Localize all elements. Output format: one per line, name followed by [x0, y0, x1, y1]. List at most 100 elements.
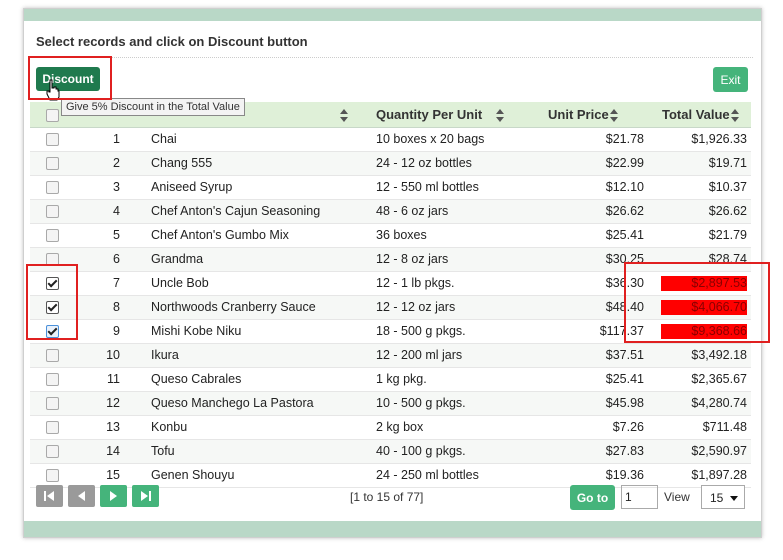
unit-price: $21.78	[605, 132, 644, 146]
quantity-per-unit: 12 - 8 oz jars	[376, 252, 449, 266]
row-checkbox[interactable]	[46, 469, 59, 482]
total-value: $1,926.33	[691, 132, 747, 146]
table-row[interactable]: 2 Chang 555 24 - 12 oz bottles $22.99 $19.71	[30, 152, 751, 176]
row-number: 3	[113, 180, 120, 194]
unit-price: $27.83	[605, 444, 644, 458]
row-checkbox[interactable]	[46, 397, 59, 410]
unit-price: $45.98	[605, 396, 644, 410]
quantity-per-unit: 24 - 12 oz bottles	[376, 156, 472, 170]
pager-info: [1 to 15 of 77]	[350, 490, 424, 504]
total-value: $19.71	[708, 156, 747, 170]
product-name: Chang 555	[151, 156, 213, 170]
total-value: $21.79	[708, 228, 747, 242]
row-checkbox[interactable]	[46, 373, 59, 386]
last-page-icon[interactable]	[132, 485, 159, 507]
product-name: Konbu	[151, 420, 188, 434]
unit-price: $26.62	[605, 204, 644, 218]
unit-price: $12.10	[605, 180, 644, 194]
quantity-per-unit: 48 - 6 oz jars	[376, 204, 449, 218]
quantity-per-unit: 1 kg pkg.	[376, 372, 427, 386]
quantity-per-unit: 12 - 1 lb pkgs.	[376, 276, 455, 290]
quantity-per-unit: 10 boxes x 20 bags	[376, 132, 485, 146]
total-value: $711.48	[702, 420, 747, 434]
row-checkbox[interactable]	[46, 205, 59, 218]
row-number: 12	[106, 396, 120, 410]
row-number: 14	[106, 444, 120, 458]
unit-price: $22.99	[605, 156, 644, 170]
row-checkbox[interactable]	[46, 157, 59, 170]
panel-top-bar	[24, 9, 761, 21]
exit-button[interactable]: Exit	[713, 67, 748, 92]
row-checkbox[interactable]	[46, 421, 59, 434]
row-checkbox[interactable]	[46, 229, 59, 242]
product-name: Queso Cabrales	[151, 372, 242, 386]
total-value: $4,280.74	[691, 396, 747, 410]
total-value: $2,590.97	[691, 444, 747, 458]
table-row[interactable]: 5 Chef Anton's Gumbo Mix 36 boxes $25.41 $21…	[30, 224, 751, 248]
column-quantity[interactable]: Quantity Per Unit	[376, 102, 505, 127]
select-all-checkbox[interactable]	[46, 109, 59, 122]
total-value: $26.62	[708, 204, 747, 218]
row-checkbox[interactable]	[46, 445, 59, 458]
row-checkbox[interactable]	[46, 133, 59, 146]
divider	[32, 57, 753, 58]
annotation-checkboxes	[26, 264, 78, 340]
row-number: 6	[113, 252, 120, 266]
product-name: Mishi Kobe Niku	[151, 324, 242, 338]
row-number: 4	[113, 204, 120, 218]
table-row[interactable]: 4 Chef Anton's Cajun Seasoning 48 - 6 oz j…	[30, 200, 751, 224]
row-number: 1	[113, 132, 120, 146]
row-checkbox[interactable]	[46, 181, 59, 194]
table-row[interactable]: 11 Queso Cabrales 1 kg pkg. $25.41 $2,365.67	[30, 368, 751, 392]
table-row[interactable]: 13 Konbu 2 kg box $7.26 $711.48	[30, 416, 751, 440]
table-row[interactable]: 1 Chai 10 boxes x 20 bags $21.78 $1,926.33	[30, 128, 751, 152]
page-number-input[interactable]: 1	[621, 485, 658, 509]
unit-price: $25.41	[605, 228, 644, 242]
total-value: $2,365.67	[691, 372, 747, 386]
annotation-discount	[28, 56, 112, 100]
unit-price: $7.26	[612, 420, 644, 434]
discount-tooltip: Give 5% Discount in the Total Value	[61, 98, 245, 116]
total-value: $1,897.28	[691, 468, 747, 482]
product-name: Chai	[151, 132, 177, 146]
table-row[interactable]: 10 Ikura 12 - 200 ml jars $37.51 $3,492.18	[30, 344, 751, 368]
product-name: Aniseed Syrup	[151, 180, 233, 194]
row-number: 8	[113, 300, 120, 314]
unit-price: $37.51	[605, 348, 644, 362]
first-page-icon[interactable]	[36, 485, 63, 507]
chevron-down-icon	[730, 496, 738, 501]
table-row[interactable]: 12 Queso Manchego La Pastora 10 - 500 g pk…	[30, 392, 751, 416]
quantity-per-unit: 24 - 250 ml bottles	[376, 468, 479, 482]
row-number: 11	[107, 372, 120, 386]
product-name: Chef Anton's Cajun Seasoning	[151, 204, 321, 218]
quantity-per-unit: 36 boxes	[376, 228, 427, 242]
row-checkbox[interactable]	[46, 349, 59, 362]
quantity-per-unit: 18 - 500 g pkgs.	[376, 324, 466, 338]
product-name: Northwoods Cranberry Sauce	[151, 300, 316, 314]
column-total-value[interactable]: Total Value	[662, 102, 739, 127]
product-name: Ikura	[151, 348, 179, 362]
table-row[interactable]: 3 Aniseed Syrup 12 - 550 ml bottles $12.10 $…	[30, 176, 751, 200]
prev-page-icon[interactable]	[68, 485, 95, 507]
view-label: View	[664, 490, 690, 504]
product-name: Grandma	[151, 252, 204, 266]
goto-button[interactable]: Go to	[570, 485, 615, 510]
page-size-value: 15	[710, 491, 724, 505]
table-row[interactable]: 14 Tofu 40 - 100 g pkgs. $27.83 $2,590.97	[30, 440, 751, 464]
column-unit-price[interactable]: Unit Price	[548, 102, 618, 127]
quantity-per-unit: 12 - 12 oz jars	[376, 300, 456, 314]
product-name: Queso Manchego La Pastora	[151, 396, 314, 410]
row-number: 9	[113, 324, 120, 338]
quantity-per-unit: 2 kg box	[376, 420, 424, 434]
page-size-select[interactable]: 15	[701, 485, 745, 509]
quantity-per-unit: 12 - 550 ml bottles	[376, 180, 479, 194]
next-page-icon[interactable]	[100, 485, 127, 507]
sort-icon[interactable]	[336, 102, 348, 127]
unit-price: $19.36	[605, 468, 644, 482]
product-name: Genen Shouyu	[151, 468, 235, 482]
row-number: 15	[106, 468, 120, 482]
row-number: 10	[106, 348, 120, 362]
annotation-totals	[624, 262, 770, 343]
total-value: $3,492.18	[691, 348, 747, 362]
quantity-per-unit: 40 - 100 g pkgs.	[376, 444, 466, 458]
